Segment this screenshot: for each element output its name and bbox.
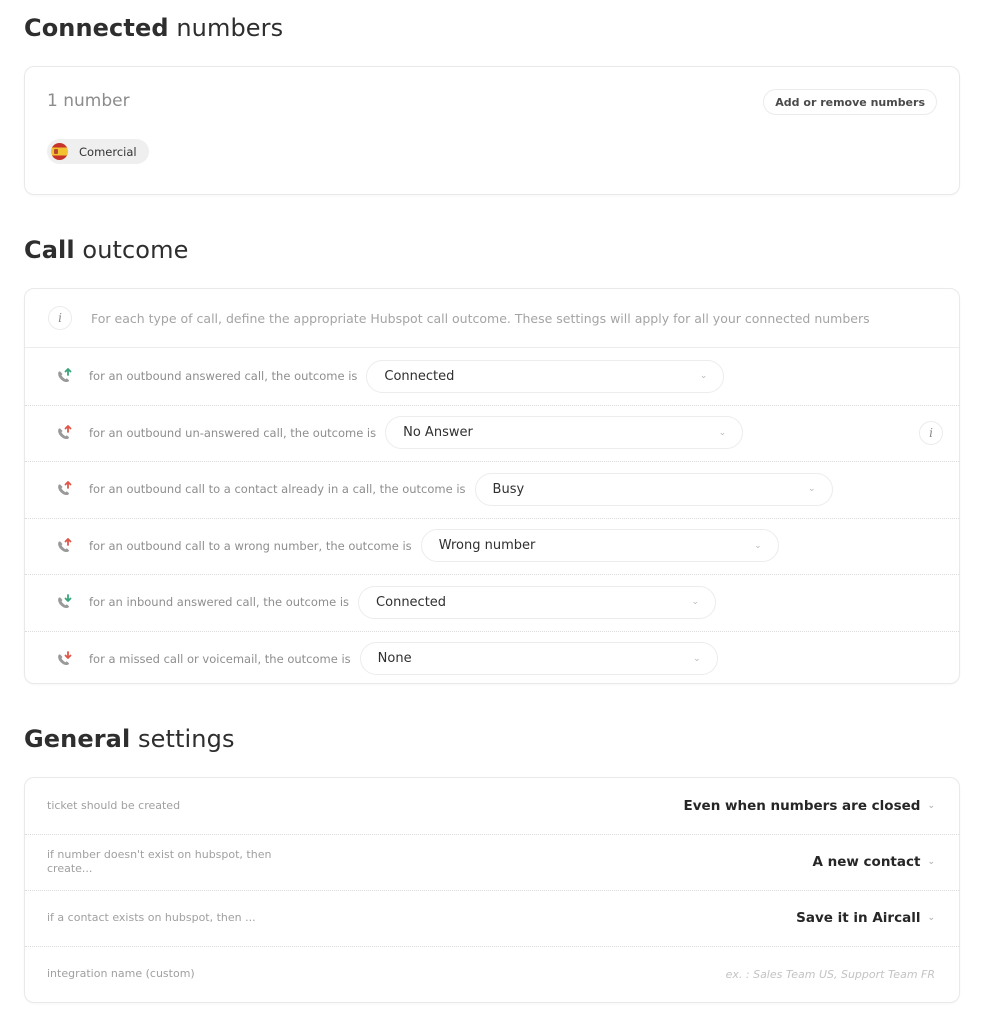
- outcome-label: for an inbound answered call, the outcom…: [89, 595, 350, 610]
- setting-row-existing-contact: if a contact exists on hubspot, then ...…: [25, 890, 959, 946]
- connected-numbers-card: 1 number Add or remove numbers Comercial: [24, 66, 960, 195]
- integration-name-input[interactable]: [615, 967, 935, 981]
- outcome-select[interactable]: No Answer ⌄: [385, 416, 744, 450]
- new-contact-dropdown[interactable]: A new contact ⌄: [812, 854, 935, 870]
- outcome-label: for an outbound call to a wrong number, …: [89, 538, 412, 553]
- number-name: Comercial: [79, 144, 137, 159]
- chevron-down-icon: ⌄: [691, 597, 700, 608]
- outcome-row: for an outbound call to a wrong number, …: [25, 517, 959, 575]
- outcome-row: for an outbound call to a contact alread…: [25, 461, 959, 518]
- call-outcome-info: i For each type of call, define the appr…: [25, 289, 959, 348]
- outcome-label: for an outbound call to a contact alread…: [89, 482, 466, 497]
- chevron-down-icon: ⌄: [693, 653, 701, 664]
- select-value: Connected: [384, 368, 455, 384]
- outcome-row: for an outbound un-answered call, the ou…: [25, 404, 959, 462]
- select-value: Busy: [492, 481, 525, 497]
- chevron-down-icon: ⌄: [754, 540, 762, 551]
- spain-flag-icon: [51, 143, 68, 160]
- select-value: None: [377, 651, 412, 667]
- outbound-call-icon: [54, 536, 74, 556]
- outcome-row: for an outbound answered call, the outco…: [25, 348, 959, 405]
- ticket-creation-dropdown[interactable]: Even when numbers are closed ⌄: [684, 798, 935, 814]
- setting-label: if a contact exists on hubspot, then ...: [47, 911, 256, 924]
- call-outcome-card: i For each type of call, define the appr…: [24, 288, 960, 684]
- add-or-remove-numbers-button[interactable]: Add or remove numbers: [763, 89, 937, 115]
- number-chip[interactable]: Comercial: [47, 139, 149, 164]
- dropdown-value: Save it in Aircall: [796, 910, 921, 926]
- call-outcome-title: Call outcome: [24, 236, 189, 264]
- select-value: No Answer: [403, 425, 473, 441]
- outcome-row: for a missed call or voicemail, the outc…: [25, 630, 959, 688]
- setting-label: ticket should be created: [47, 799, 181, 812]
- connected-numbers-title: Connected numbers: [24, 14, 284, 42]
- outbound-call-icon: [54, 423, 74, 443]
- chevron-down-icon: ⌄: [699, 371, 708, 382]
- chevron-down-icon: ⌄: [927, 801, 935, 811]
- outcome-select[interactable]: None ⌄: [359, 642, 718, 676]
- chevron-down-icon: ⌄: [927, 857, 935, 867]
- outcome-row: for an inbound answered call, the outcom…: [25, 574, 959, 631]
- setting-label: if number doesn't exist on hubspot, then…: [47, 848, 272, 875]
- info-icon: i: [48, 306, 72, 330]
- select-value: Connected: [376, 594, 447, 610]
- outcome-label: for a missed call or voicemail, the outc…: [89, 651, 351, 666]
- general-settings-title: General settings: [24, 725, 235, 753]
- setting-row-new-contact: if number doesn't exist on hubspot, then…: [25, 834, 959, 890]
- select-value: Wrong number: [438, 538, 536, 554]
- outcome-select[interactable]: Connected ⌄: [358, 585, 717, 619]
- dropdown-value: A new contact: [812, 854, 921, 870]
- chevron-down-icon: ⌄: [807, 484, 816, 495]
- setting-row-ticket: ticket should be created Even when numbe…: [25, 778, 959, 834]
- outbound-call-icon: [54, 366, 74, 386]
- inbound-call-icon: [54, 592, 74, 612]
- outcome-select[interactable]: Wrong number ⌄: [420, 529, 779, 563]
- outcome-select[interactable]: Connected ⌄: [366, 359, 725, 393]
- outbound-call-icon: [54, 479, 74, 499]
- number-count: 1 number: [47, 91, 130, 111]
- existing-contact-dropdown[interactable]: Save it in Aircall ⌄: [796, 910, 935, 926]
- dropdown-value: Even when numbers are closed: [683, 798, 921, 814]
- general-settings-card: ticket should be created Even when numbe…: [24, 777, 960, 1003]
- info-icon[interactable]: i: [919, 420, 943, 445]
- setting-row-integration-name: integration name (custom): [25, 946, 959, 1002]
- info-text: For each type of call, define the approp…: [91, 310, 870, 326]
- chevron-down-icon: ⌄: [927, 913, 935, 923]
- setting-label: integration name (custom): [47, 967, 195, 980]
- outcome-select[interactable]: Busy ⌄: [474, 472, 833, 506]
- outcome-label: for an outbound answered call, the outco…: [89, 369, 358, 384]
- inbound-call-icon: [54, 649, 74, 669]
- outcome-label: for an outbound un-answered call, the ou…: [89, 425, 377, 440]
- chevron-down-icon: ⌄: [718, 427, 727, 438]
